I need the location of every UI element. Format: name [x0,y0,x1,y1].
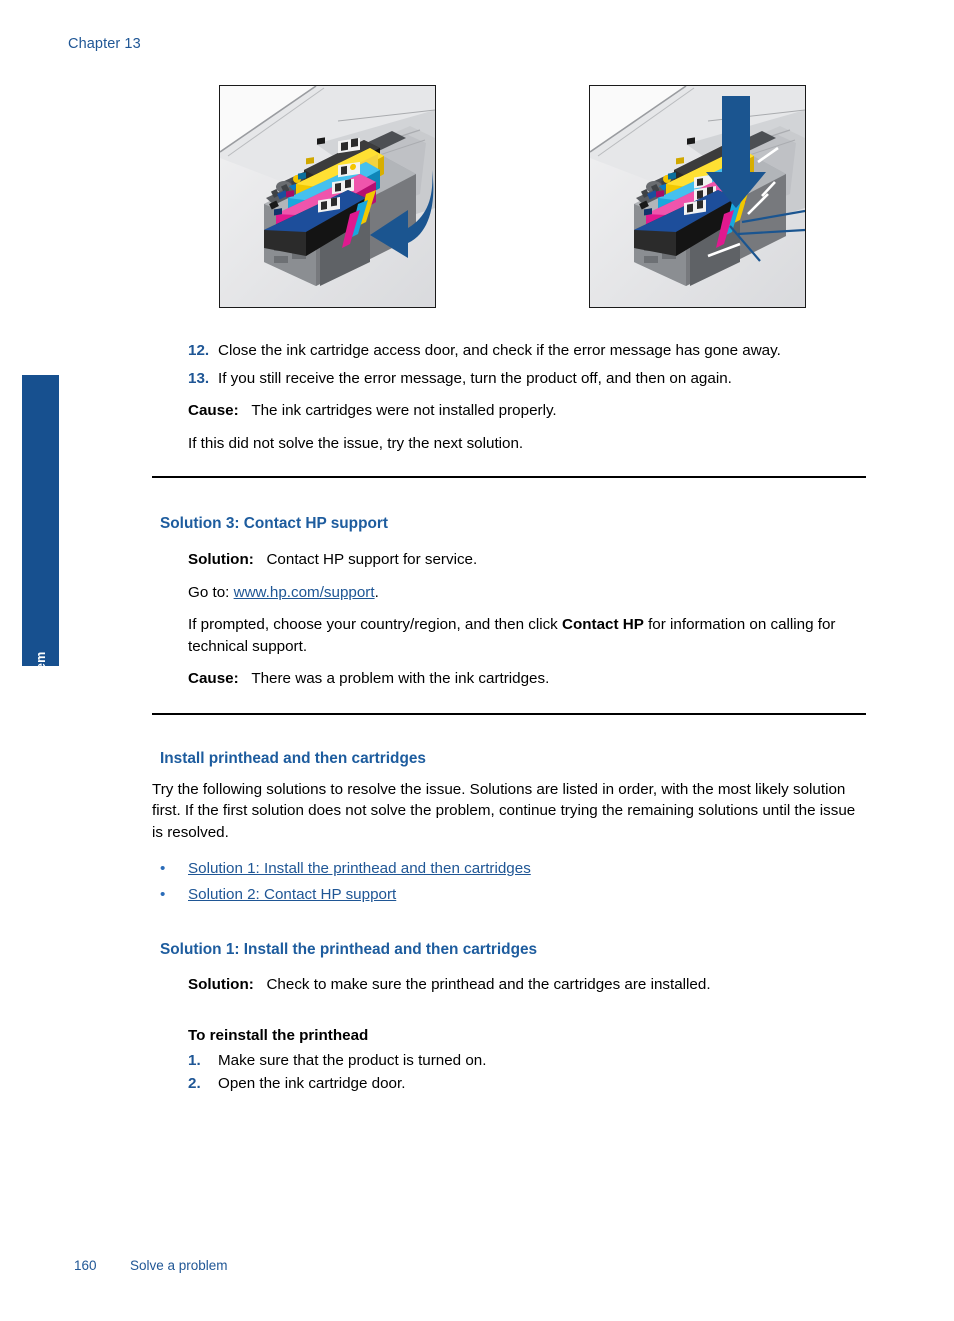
hp-support-link[interactable]: www.hp.com/support [234,584,375,601]
page-number: 160 [74,1258,97,1273]
cause-label: Cause: [188,402,239,419]
footer-section-label: Solve a problem [130,1258,228,1273]
steps-continued-list: 12. Close the ink cartridge access door,… [152,340,866,389]
solution-1-solution-block: Solution: Check to make sure the printhe… [188,974,866,996]
solution-text: Contact HP support for service. [266,551,478,568]
step-item: 12. Close the ink cartridge access door,… [188,340,866,362]
cause-text: The ink cartridges were not installed pr… [251,402,557,419]
step-number: 13. [188,369,210,387]
list-item: • Solution 2: Contact HP support [152,882,866,908]
step-text: Close the ink cartridge access door, and… [218,342,781,359]
reinstall-printhead-steps: 1. Make sure that the product is turned … [152,1050,866,1094]
goto-suffix: . [374,583,379,601]
side-tab-solve-a-problem: Solve a problem [22,375,59,752]
step-item: 2. Open the ink cartridge door. [188,1073,866,1095]
procedure-title: To reinstall the printhead [188,1026,369,1044]
chapter-header: Chapter 13 [68,36,141,52]
solution-links-list: • Solution 1: Install the printhead and … [152,856,866,908]
step-item: 1. Make sure that the product is turned … [188,1050,866,1072]
next-solution-note: If this did not solve the issue, try the… [188,434,524,452]
solution-label: Solution: [188,976,254,993]
solution-1-heading: Solution 1: Install the printhead and th… [160,941,538,958]
install-printhead-heading: Install printhead and then cartridges [160,749,426,767]
ink-cartridge-carriage-press-down-illustration [590,86,805,307]
goto-prefix: Go to: [188,583,230,601]
solution-label: Solution: [188,551,254,568]
step-text: Open the ink cartridge door. [218,1074,406,1092]
section-divider-2 [152,712,866,715]
step-number: 2. [188,1074,201,1092]
page-footer: 160 Solve a problem [74,1258,228,1273]
step-text: Make sure that the product is turned on. [218,1052,487,1069]
page-content: 12. Close the ink cartridge access door,… [152,340,866,1095]
cause-text: There was a problem with the ink cartrid… [251,670,550,687]
figure-close-latch [219,85,436,308]
figure-row [0,85,954,308]
step-number: 12. [188,342,210,359]
bullet-icon: • [160,860,166,877]
goto-line: Go to: www.hp.com/support. [188,582,866,604]
link-solution-1[interactable]: Solution 1: Install the printhead and th… [188,860,531,877]
prompted-paragraph: If prompted, choose your country/region,… [188,614,866,657]
cause-label: Cause: [188,670,239,687]
figure-press-down [589,85,806,308]
step-number: 1. [188,1052,201,1069]
section-divider-1 [152,476,866,478]
ink-cartridge-carriage-close-latch-illustration [220,86,435,307]
solution-text: Check to make sure the printhead and the… [266,976,711,993]
step-item: 13. If you still receive the error messa… [188,368,866,390]
list-item: • Solution 1: Install the printhead and … [152,856,866,882]
side-tab-label: Solve a problem [33,652,48,752]
bullet-icon: • [160,886,166,903]
solution-3-heading: Solution 3: Contact HP support [160,515,389,532]
solution-3-solution-block: Solution: Contact HP support for service… [188,549,866,571]
prompted-text-part1: If prompted, choose your country/region,… [188,616,562,633]
solution-3-cause-block: Cause: There was a problem with the ink … [188,668,866,690]
step-text: If you still receive the error message, … [218,369,732,387]
install-printhead-intro: Try the following solutions to resolve t… [152,780,856,841]
cause-block: Cause: The ink cartridges were not insta… [188,400,866,422]
contact-hp-bold: Contact HP [562,616,644,633]
link-solution-2[interactable]: Solution 2: Contact HP support [188,886,396,903]
